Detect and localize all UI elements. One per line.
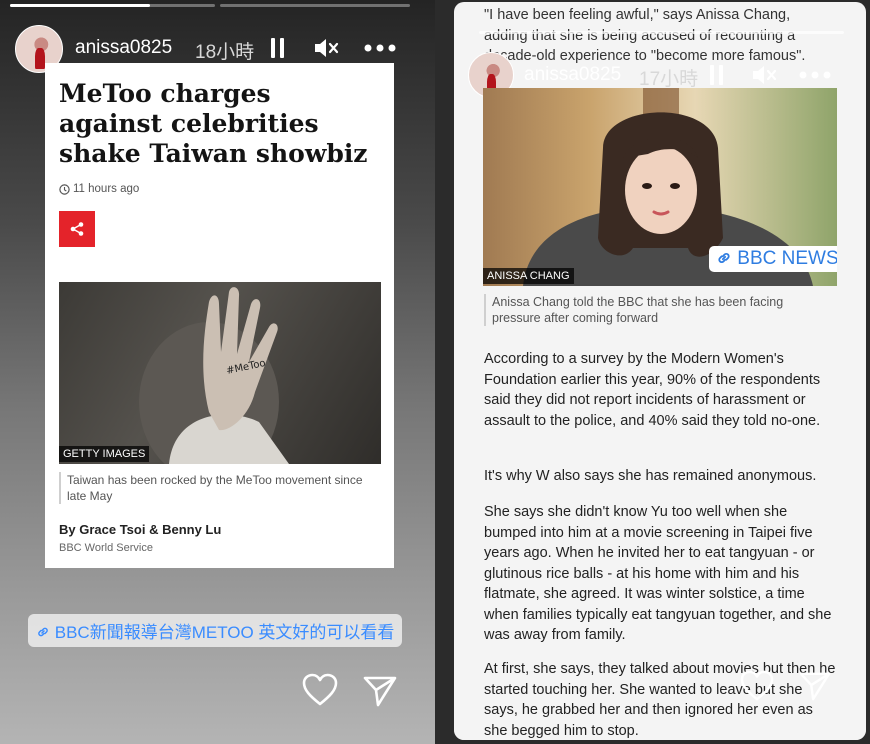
article-photo: ANISSA CHANG BBC NEWS	[483, 88, 837, 286]
pause-icon[interactable]	[271, 38, 285, 58]
byline-org: BBC World Service	[59, 542, 153, 554]
mute-icon[interactable]	[313, 37, 339, 59]
image-credit: GETTY IMAGES	[59, 446, 150, 462]
story-right[interactable]: "I have been feeling awful," says Anissa…	[454, 2, 866, 740]
progress-bar-next	[220, 4, 410, 7]
photo-credit: ANISSA CHANG	[483, 268, 574, 284]
progress-bar-fill	[10, 4, 150, 7]
share-icon	[70, 222, 84, 236]
time-ago: 18小時	[195, 42, 255, 63]
article-headline: MeToo charges against celebrities shake …	[59, 79, 368, 168]
article-card[interactable]: MeToo charges against celebrities shake …	[45, 63, 394, 568]
article-timestamp: 11 hours ago	[73, 183, 140, 195]
share-button[interactable]	[59, 211, 95, 247]
heart-icon[interactable]	[302, 673, 338, 707]
username[interactable]: anissa0825	[524, 64, 621, 86]
mute-icon[interactable]	[751, 64, 777, 86]
photo-caption: Anissa Chang told the BBC that she has b…	[484, 294, 812, 326]
sticker-text: BBC NEWS	[737, 248, 837, 269]
progress-bar-track	[479, 31, 844, 34]
more-icon[interactable]	[799, 71, 831, 79]
clock-icon	[59, 184, 70, 195]
send-icon[interactable]	[363, 675, 397, 707]
link-icon	[38, 627, 48, 637]
byline: By Grace Tsoi & Benny Lu	[59, 522, 222, 537]
link-icon	[718, 253, 730, 263]
send-icon[interactable]	[799, 671, 831, 701]
username[interactable]: anissa0825	[75, 37, 172, 59]
paragraph-3: She says she didn't know Yu too well whe…	[484, 504, 832, 643]
paragraph-4: At first, she says, they talked about mo…	[484, 661, 836, 739]
link-sticker-text: BBC新聞報導台灣METOO 英文好的可以看看	[54, 623, 395, 642]
time-ago: 17小時	[639, 69, 699, 90]
more-icon[interactable]	[364, 44, 396, 52]
heart-icon[interactable]	[740, 670, 774, 702]
top-quote: "I have been feeling awful," says Anissa…	[484, 7, 806, 64]
article-image: #MeToo GETTY IMAGES	[59, 282, 381, 464]
link-sticker[interactable]: BBC新聞報導台灣METOO 英文好的可以看看	[28, 614, 403, 647]
pause-icon[interactable]	[710, 65, 724, 85]
story-left[interactable]: anissa0825 18小時 MeToo charges against ce…	[0, 0, 435, 744]
bbc-news-sticker[interactable]: BBC NEWS	[709, 246, 837, 272]
paragraph-1: According to a survey by the Modern Wome…	[484, 351, 821, 429]
image-caption: Taiwan has been rocked by the MeToo move…	[59, 472, 373, 504]
paragraph-2: It's why W also says she has remained an…	[484, 468, 817, 484]
